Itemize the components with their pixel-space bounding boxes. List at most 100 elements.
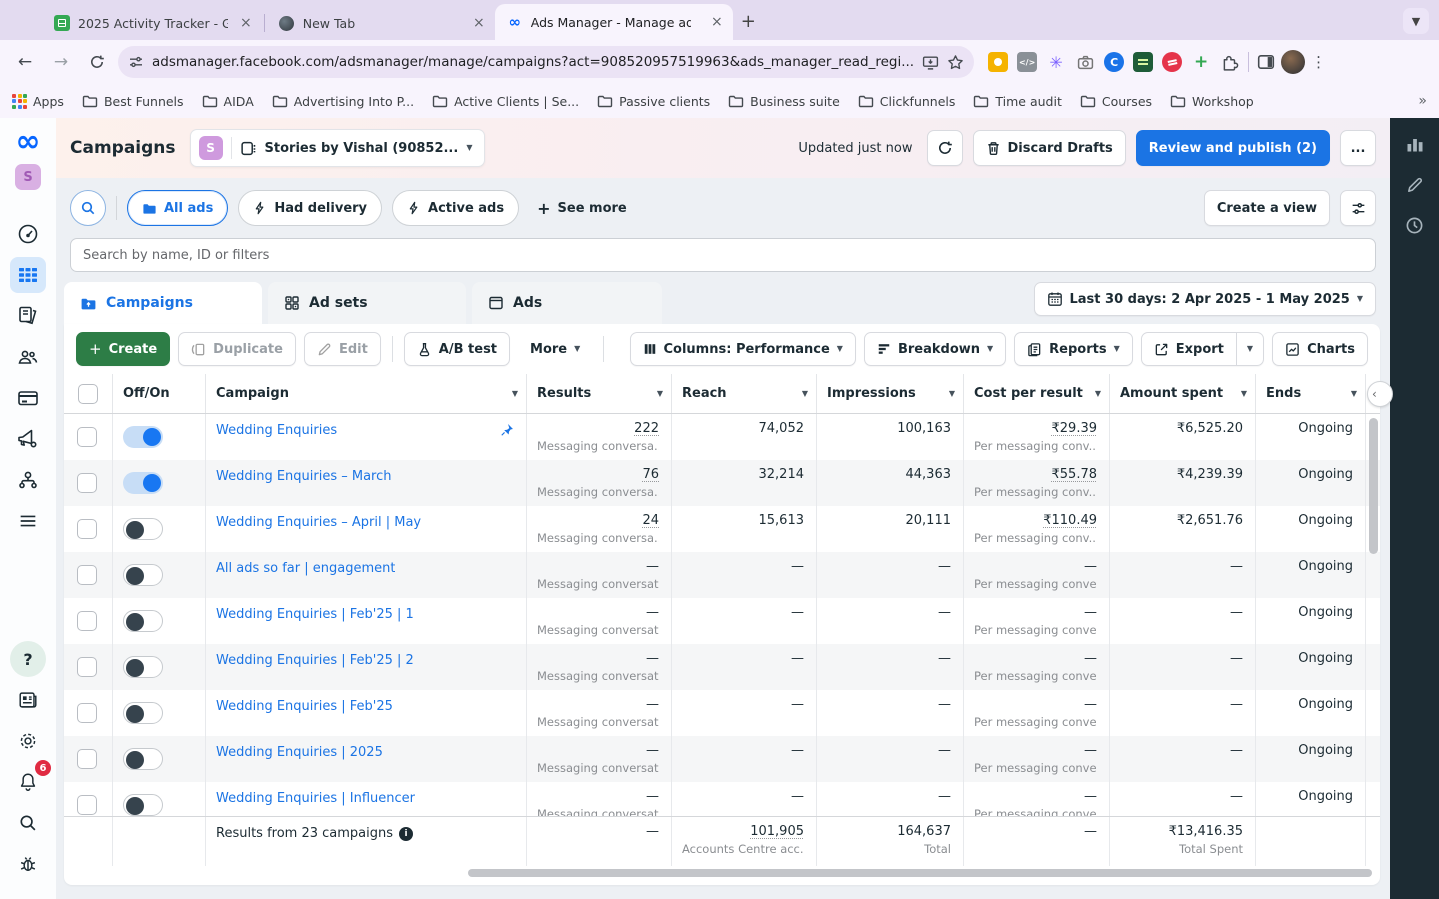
help-button[interactable]: ? (10, 641, 46, 677)
edit-button[interactable]: Edit (304, 332, 381, 366)
filter-pill-had-delivery[interactable]: Had delivery (238, 190, 382, 226)
campaign-link[interactable]: Wedding Enquiries | Feb'25 (216, 699, 393, 714)
header-more-button[interactable]: ... (1340, 130, 1376, 166)
sidebar-item-overview[interactable] (10, 216, 46, 252)
row-checkbox[interactable] (77, 657, 97, 677)
bookmark-folder[interactable]: AIDA (202, 93, 254, 109)
bookmark-star-icon[interactable] (947, 54, 964, 71)
lightbulb-extension-icon[interactable] (988, 52, 1008, 72)
refresh-button[interactable] (927, 130, 963, 166)
onoff-toggle[interactable] (123, 426, 163, 448)
campaign-link[interactable]: Wedding Enquiries | 2025 (216, 745, 383, 760)
collapse-panel-button[interactable]: ‹ (1367, 381, 1393, 407)
account-selector[interactable]: S Stories by Vishal (90852... ▼ (190, 129, 486, 167)
search-rail-button[interactable] (10, 805, 46, 841)
onoff-toggle[interactable] (123, 472, 163, 494)
sidebar-item-all-tools[interactable] (10, 503, 46, 539)
site-settings-icon[interactable] (128, 54, 144, 70)
more-button[interactable]: More ▼ (518, 332, 592, 366)
sidebar-item-assets[interactable] (10, 462, 46, 498)
bookmarks-overflow-icon[interactable]: » (1418, 93, 1427, 109)
column-header-ends[interactable]: Ends▼ (1256, 374, 1366, 413)
breakdown-button[interactable]: Breakdown ▼ (864, 332, 1006, 366)
column-header-amount-spent[interactable]: Amount spent▼ (1110, 374, 1256, 413)
row-checkbox[interactable] (77, 565, 97, 585)
account-avatar[interactable]: S (15, 164, 41, 190)
settings-button[interactable] (10, 723, 46, 759)
sidebar-item-audiences[interactable] (10, 339, 46, 375)
browser-menu-icon[interactable]: ⋮ (1311, 53, 1326, 71)
filter-pill-all-ads[interactable]: All ads (127, 190, 228, 226)
sidebar-item-ads-reporting[interactable] (10, 421, 46, 457)
column-header-campaign[interactable]: Campaign▼ (206, 374, 527, 413)
code-extension-icon[interactable]: </> (1017, 52, 1037, 72)
export-options-button[interactable]: ▼ (1236, 333, 1263, 365)
duplicate-button[interactable]: Duplicate (178, 332, 296, 366)
bulk-send-extension-icon[interactable] (1133, 52, 1153, 72)
review-publish-button[interactable]: Review and publish (2) (1136, 130, 1330, 166)
ab-test-button[interactable]: A/B test (404, 332, 510, 366)
whats-new-button[interactable] (10, 682, 46, 718)
edit-panel-button[interactable] (1406, 176, 1424, 194)
onoff-toggle[interactable] (123, 564, 163, 586)
see-more-button[interactable]: + See more (537, 199, 627, 218)
green-plus-extension-icon[interactable]: + (1191, 52, 1211, 72)
bookmark-folder[interactable]: Business suite (728, 93, 840, 109)
campaign-link[interactable]: All ads so far | engagement (216, 561, 395, 576)
horizontal-scrollbar-thumb[interactable] (468, 869, 1372, 877)
history-button[interactable] (1405, 216, 1424, 235)
sidebar-item-campaigns[interactable] (10, 257, 46, 293)
new-tab-button[interactable]: + (741, 11, 756, 32)
reload-icon[interactable] (82, 47, 112, 77)
asterisk-extension-icon[interactable]: ✳ (1046, 52, 1066, 72)
row-checkbox[interactable] (77, 703, 97, 723)
report-bug-button[interactable] (10, 846, 46, 882)
row-checkbox[interactable] (77, 749, 97, 769)
insights-button[interactable] (1405, 134, 1425, 154)
row-checkbox[interactable] (77, 795, 97, 815)
charts-button[interactable]: Charts (1272, 332, 1368, 366)
browser-tab-activity-tracker[interactable]: 2025 Activity Tracker - Googl × (42, 6, 262, 40)
discard-drafts-button[interactable]: Discard Drafts (973, 130, 1126, 166)
row-checkbox[interactable] (77, 611, 97, 631)
bookmark-folder[interactable]: Clickfunnels (858, 93, 956, 109)
row-checkbox[interactable] (77, 427, 97, 447)
vertical-scrollbar-thumb[interactable] (1369, 418, 1378, 554)
tab-close-icon[interactable]: × (711, 15, 723, 29)
column-header-impressions[interactable]: Impressions▼ (817, 374, 964, 413)
campaign-link[interactable]: Wedding Enquiries | Feb'25 | 2 (216, 653, 414, 668)
create-button[interactable]: + Create (76, 332, 170, 366)
onoff-toggle[interactable] (123, 518, 163, 540)
column-header-results[interactable]: Results▼ (527, 374, 672, 413)
column-header-off-on[interactable]: Off/On (113, 374, 206, 413)
meta-logo-icon[interactable]: ∞ (16, 130, 41, 154)
onoff-toggle[interactable] (123, 656, 163, 678)
red-app-extension-icon[interactable] (1162, 52, 1182, 72)
bookmark-folder[interactable]: Advertising Into P... (272, 93, 414, 109)
side-panel-icon[interactable] (1257, 53, 1275, 71)
info-icon[interactable]: i (399, 827, 413, 841)
bookmark-folder[interactable]: Passive clients (597, 93, 710, 109)
onoff-toggle[interactable] (123, 610, 163, 632)
tab-close-icon[interactable]: × (473, 16, 485, 30)
columns-button[interactable]: Columns: Performance ▼ (630, 332, 856, 366)
view-settings-button[interactable] (1340, 190, 1376, 226)
tab-campaigns[interactable]: Campaigns (64, 282, 262, 324)
filter-search-button[interactable] (70, 190, 106, 226)
extensions-puzzle-icon[interactable] (1220, 52, 1240, 72)
tab-close-icon[interactable]: × (240, 16, 252, 30)
forward-icon[interactable]: → (46, 47, 76, 77)
filter-pill-active-ads[interactable]: Active ads (392, 190, 519, 226)
back-icon[interactable]: ← (10, 47, 40, 77)
tab-search-chevron-icon[interactable]: ▼ (1403, 8, 1429, 34)
browser-tab-new-tab[interactable]: New Tab × (267, 6, 495, 40)
browser-tab-ads-manager[interactable]: ∞ Ads Manager - Manage ads - × (495, 4, 733, 40)
select-all-checkbox[interactable] (78, 384, 98, 404)
onoff-toggle[interactable] (123, 794, 163, 816)
address-bar[interactable]: adsmanager.facebook.com/adsmanager/manag… (118, 46, 974, 78)
tab-ad-sets[interactable]: Ad sets (268, 282, 466, 324)
sidebar-item-billing[interactable] (10, 380, 46, 416)
bookmark-folder[interactable]: Courses (1080, 93, 1152, 109)
profile-avatar[interactable] (1281, 50, 1305, 74)
campaign-link[interactable]: Wedding Enquiries | Feb'25 | 1 (216, 607, 414, 622)
